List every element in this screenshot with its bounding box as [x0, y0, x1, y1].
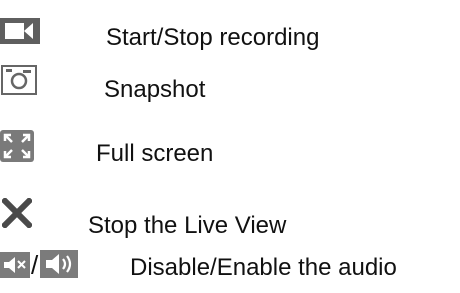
legend-row-audio: / Disable/Enable the audio — [0, 248, 460, 288]
legend-row-snapshot: Snapshot — [0, 62, 460, 103]
legend-label-stop-live-view: Stop the Live View — [88, 212, 287, 239]
speaker-muted-icon[interactable] — [0, 252, 30, 278]
camera-icon[interactable] — [0, 62, 38, 96]
fullscreen-icon[interactable] — [0, 130, 34, 162]
legend-label-snapshot: Snapshot — [104, 76, 206, 103]
legend-label-recording: Start/Stop recording — [106, 24, 320, 51]
legend-label-fullscreen: Full screen — [96, 140, 214, 167]
legend-row-stop-live-view: Stop the Live View — [0, 198, 460, 240]
speaker-on-icon[interactable] — [40, 250, 78, 278]
video-camera-icon[interactable] — [0, 18, 40, 44]
legend-label-audio: Disable/Enable the audio — [130, 254, 397, 281]
legend-row-fullscreen: Full screen — [0, 130, 460, 170]
legend-separator: / — [31, 250, 39, 280]
legend-row-recording: Start/Stop recording — [0, 18, 460, 58]
close-icon[interactable] — [2, 198, 32, 228]
